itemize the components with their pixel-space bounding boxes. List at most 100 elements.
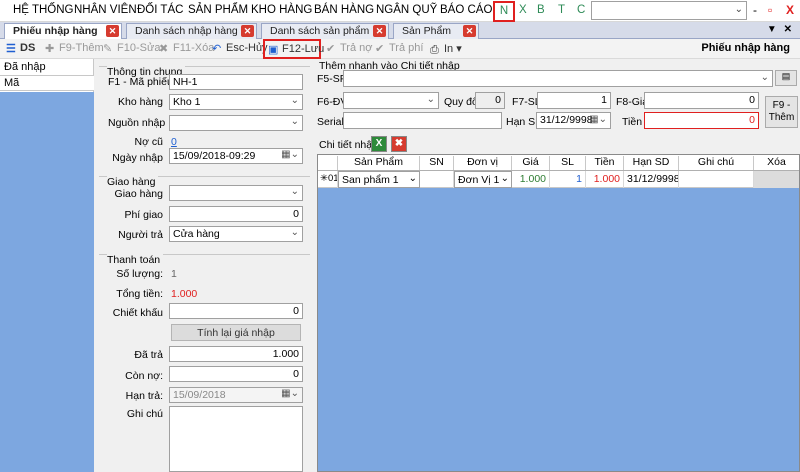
column-header-ma[interactable]: Mã [0,75,94,91]
restore-icon[interactable]: ▫ [768,3,772,17]
row-product-select[interactable]: San phẩm 1 ⌄ [338,171,420,188]
tra-phi-button[interactable]: ✔ Trả phí [375,42,423,55]
menu-ngan-quy[interactable]: NGÂN QUỸ [376,4,437,16]
f12-save-button[interactable]: ▣ F12-Lưu [263,39,324,59]
menu-he-thong[interactable]: HỆ THỐNG [13,4,74,16]
check-icon: ✔ [326,43,336,55]
excel-icon: X [375,138,383,149]
row-expiry[interactable]: 31/12/9998 [624,171,679,188]
chevron-down-icon: ⌄ [290,95,299,106]
quick-add-panel: Thêm nhanh vào Chi tiết nhập F5-SP ⌄ ▤ F… [313,59,800,472]
tab-close-all-icon[interactable]: ✕ [784,24,792,35]
row-amount: 1.000 [586,171,624,188]
f9-add-button[interactable]: ✚ F9-Thêm [45,42,104,55]
row-qty[interactable]: 1 [550,171,586,188]
note-textarea[interactable] [169,406,303,472]
paid-input[interactable]: 1.000 [169,346,303,362]
discount-input[interactable]: 0 [169,303,303,319]
detail-grid[interactable]: Sản Phẩm SN Đơn vị Giá SL Tiền Hạn SD Gh… [317,154,800,472]
row-sn[interactable] [420,171,454,188]
col-expiry[interactable]: Hạn SD [624,156,679,170]
payer-value: Cửa hàng [173,228,220,240]
imported-list-title: Đã nhập [4,61,46,73]
table-row[interactable]: ✳01 San phẩm 1 ⌄ Đơn Vị 1 ⌄ 1.000 1 1.000 … [318,171,799,188]
menu-doi-tac[interactable]: ĐỐI TÁC [137,4,183,16]
f7-qty-input[interactable]: 1 [537,92,611,109]
col-amount[interactable]: Tiền [586,156,624,170]
ds-button[interactable]: ☰ DS [6,42,35,55]
menu-san-pham[interactable]: SẢN PHẨM [188,4,248,16]
recalc-import-price-button[interactable]: Tính lại giá nhập [171,324,301,341]
chevron-down-icon: ⌄ [760,72,769,83]
chevron-down-icon[interactable]: ⌄ [735,4,743,15]
clear-details-button[interactable]: ✖ [391,136,407,152]
close-icon[interactable]: ✕ [106,25,119,37]
tab-dropdown-icon[interactable]: ▼ [767,24,777,35]
col-unit[interactable]: Đơn vị [454,156,512,170]
import-date-picker[interactable]: 15/09/2018-09:29 ▦⌄ [169,148,303,164]
esc-cancel-button[interactable]: ↶ Esc-Hủy [212,42,268,55]
payer-select[interactable]: Cửa hàng ⌄ [169,226,303,242]
expiry-date-picker[interactable]: 31/12/9998 ▦⌄ [536,112,611,129]
f11-label: F11-Xóa [173,42,215,54]
tab-san-pham[interactable]: Sản Phẩm ✕ [393,23,479,39]
amount-input[interactable]: 0 [644,112,759,129]
quick-thu-button[interactable]: T [558,4,565,16]
delivery-fee-input[interactable]: 0 [169,206,303,222]
delivery-fee-label: Phí giao [124,209,163,221]
receipt-code-label: F1 - Mã phiếu [108,76,173,88]
product-browse-button[interactable]: ▤ [775,70,797,86]
col-note[interactable]: Ghi chú [679,156,754,170]
warehouse-value: Kho 1 [173,96,201,108]
old-debt-link[interactable]: 0 [171,136,177,148]
f11-delete-button[interactable]: ✖ F11-Xóa [159,42,215,55]
col-delete[interactable]: Xóa [754,156,799,170]
row-delete-button[interactable] [754,171,799,188]
due-date-picker[interactable]: 15/09/2018 ▦⌄ [169,387,303,403]
col-price[interactable]: Giá [512,156,550,170]
imported-list-body[interactable] [0,92,94,472]
menu-bao-cao[interactable]: BÁO CÁO [440,4,492,16]
close-icon[interactable]: X [786,3,794,17]
menu-kho-hang[interactable]: KHO HÀNG [251,4,312,16]
tab-phieu-nhap-hang[interactable]: Phiếu nhập hàng ✕ [4,23,122,40]
f10-edit-button[interactable]: ✎ F10-Sửa [103,42,160,55]
col-sn[interactable]: SN [420,156,454,170]
close-icon[interactable]: ✕ [463,25,476,37]
col-product[interactable]: Sản Phẩm [338,156,420,170]
row-price[interactable]: 1.000 [512,171,550,188]
f9-add-detail-button[interactable]: F9 - Thêm [765,96,798,128]
f6-unit-select[interactable]: ⌄ [343,92,439,109]
menu-nhan-vien[interactable]: NHÂN VIÊN [74,4,137,16]
quick-xuat-button[interactable]: X [519,4,527,16]
row-product-value: San phẩm 1 [342,174,399,186]
row-unit-select[interactable]: Đơn Vị 1 ⌄ [454,171,512,188]
quick-nhap-button[interactable]: N [493,1,515,22]
quick-chi-button[interactable]: C [577,4,585,16]
tab-label: Phiếu nhập hàng [13,25,98,37]
source-select[interactable]: ⌄ [169,115,303,131]
close-icon[interactable]: ✕ [373,25,386,37]
top-search-combobox[interactable]: ⌄ [591,1,747,20]
tab-danh-sach-nhap-hang[interactable]: Danh sách nhập hàng ✕ [126,23,257,39]
deliverer-select[interactable]: ⌄ [169,185,303,201]
remaining-input[interactable]: 0 [169,366,303,382]
export-excel-button[interactable]: X [371,136,387,152]
f5-product-combobox[interactable]: ⌄ [343,70,773,87]
serial-input[interactable] [343,112,502,129]
delivery-fee-value: 0 [293,208,299,220]
row-note[interactable] [679,171,754,188]
tab-danh-sach-san-pham[interactable]: Danh sách sản phẩm ✕ [261,23,389,39]
imported-list-panel: Đã nhập Mã [0,59,94,472]
quick-ban-button[interactable]: B [537,4,545,16]
f8-price-input[interactable]: 0 [644,92,759,109]
f7-qty-value: 1 [601,94,607,106]
print-button[interactable]: ⎙ In ▾ [430,42,462,56]
tra-no-button[interactable]: ✔ Trả nợ [326,42,372,55]
close-icon[interactable]: ✕ [241,25,254,37]
menu-ban-hang[interactable]: BÁN HÀNG [314,4,374,16]
col-qty[interactable]: SL [550,156,586,170]
receipt-code-input[interactable]: NH-1 [169,74,303,90]
warehouse-select[interactable]: Kho 1 ⌄ [169,94,303,110]
minimize-icon[interactable]: - [753,3,757,17]
